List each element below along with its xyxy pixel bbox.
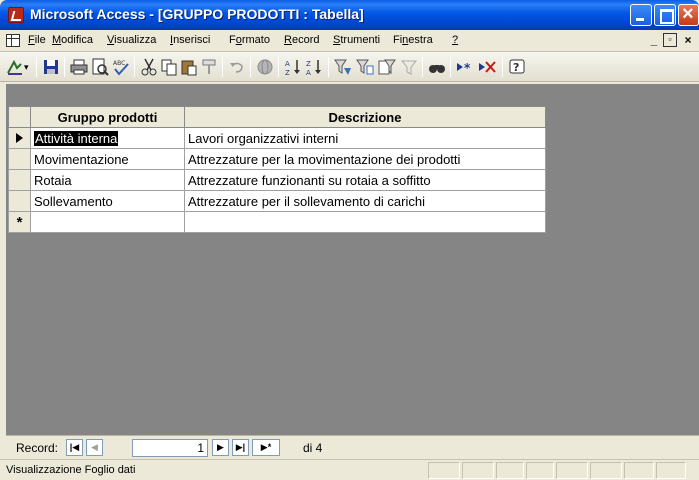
column-header-gruppo-prodotti[interactable]: Gruppo prodotti [30,106,185,128]
first-record-icon[interactable]: |◀ [66,439,83,456]
table-cell[interactable]: Attrezzature per la movimentazione dei p… [184,148,546,170]
record-selector[interactable] [8,169,31,191]
new-record-selector[interactable]: * [8,211,31,233]
maximize-button[interactable] [654,4,676,26]
status-panel [624,462,654,479]
find-icon[interactable] [428,58,446,76]
svg-text:Z: Z [285,69,290,76]
menu-strumenti[interactable]: Strumenti [333,34,380,46]
minimize-button[interactable] [630,4,652,26]
title-bar: Microsoft Access - [GRUPPO PRODOTTI : Ta… [0,0,699,30]
table-cell[interactable] [30,211,185,233]
status-panel [526,462,554,479]
previous-record-icon[interactable]: ◀ [86,439,103,456]
new-record-star-icon: * [16,213,23,231]
filter-by-selection-icon[interactable] [334,58,352,76]
spelling-icon[interactable]: ABC [112,58,130,76]
menu-bar: File Modifica Visualizza Inserisci Forma… [0,30,699,52]
print-preview-icon[interactable] [91,58,109,76]
sort-ascending-icon[interactable]: AZ [284,58,302,76]
svg-text:A: A [285,60,290,68]
menu-visualizza[interactable]: Visualizza [107,34,156,46]
menu-file[interactable]: File [28,34,46,46]
status-bar: Visualizzazione Foglio dati [0,459,699,480]
svg-text:*: * [464,61,471,75]
status-panel [556,462,588,479]
table-row[interactable]: Rotaia Attrezzature funzionanti su rotai… [8,169,546,191]
menu-inserisci[interactable]: Inserisci [170,34,210,46]
status-panel [590,462,622,479]
view-design-icon[interactable] [6,58,24,76]
table-row[interactable]: Attività interna Lavori organizzativi in… [8,127,546,149]
select-all-corner[interactable] [8,106,31,128]
table-cell[interactable]: Sollevamento [30,190,185,212]
paste-icon[interactable] [180,58,198,76]
status-panel [462,462,494,479]
view-dropdown-icon[interactable]: ▾ [24,58,32,76]
sort-descending-icon[interactable]: ZA [305,58,323,76]
menu-formato[interactable]: Formato [229,34,270,46]
table-cell[interactable]: Attività interna [30,127,185,149]
table-cell[interactable]: Rotaia [30,169,185,191]
record-label: Record: [16,441,59,455]
datasheet-table: Gruppo prodotti Descrizione Attività int… [8,106,546,233]
table-cell[interactable]: Attrezzature funzionanti su rotaia a sof… [184,169,546,191]
status-text: Visualizzazione Foglio dati [6,464,136,476]
table-row[interactable]: Sollevamento Attrezzature per il solleva… [8,190,546,212]
svg-text:ABC: ABC [113,60,125,67]
cut-icon[interactable] [140,58,158,76]
child-restore-icon[interactable]: ▫ [663,33,677,47]
svg-text:A: A [306,69,311,76]
menu-help[interactable]: ? [452,34,458,46]
table-row[interactable]: Movimentazione Attrezzature per la movim… [8,148,546,170]
child-close-icon[interactable]: × [681,33,695,47]
undo-icon[interactable] [228,58,246,76]
table-cell[interactable]: Attrezzature per il sollevamento di cari… [184,190,546,212]
record-selector[interactable] [8,148,31,170]
window-title: Microsoft Access - [GRUPPO PRODOTTI : Ta… [30,6,364,22]
new-record-icon[interactable]: * [456,58,474,76]
next-record-icon[interactable]: ▶ [212,439,229,456]
datasheet-window-icon[interactable] [6,34,20,47]
hyperlink-icon[interactable] [256,58,274,76]
menu-modifica[interactable]: Modifica [52,34,93,46]
help-icon[interactable]: ? [508,58,526,76]
format-painter-icon[interactable] [200,58,218,76]
remove-filter-icon[interactable] [400,58,418,76]
delete-record-icon[interactable] [478,58,496,76]
record-navigator: Record: |◀ ◀ 1 ▶ ▶| ▶* di 4 [6,435,699,459]
toolbar: ▾ ABC AZ ZA * ? [0,52,699,82]
table-cell[interactable]: Lavori organizzativi interni [184,127,546,149]
record-number-input[interactable]: 1 [132,439,208,457]
last-record-icon[interactable]: ▶| [232,439,249,456]
record-selector[interactable] [8,190,31,212]
svg-text:Z: Z [306,60,311,68]
record-count: di 4 [303,441,323,455]
filter-by-form-icon[interactable] [356,58,374,76]
save-icon[interactable] [42,58,60,76]
current-record-arrow-icon [16,132,23,143]
status-panel [428,462,460,479]
child-minimize-icon[interactable]: _ [647,33,661,47]
new-record-nav-icon[interactable]: ▶* [252,439,280,456]
apply-filter-icon[interactable] [378,58,396,76]
status-panel [496,462,524,479]
copy-icon[interactable] [160,58,178,76]
header-row: Gruppo prodotti Descrizione [8,106,546,128]
menu-finestra[interactable]: Finestra [393,34,433,46]
menu-record[interactable]: Record [284,34,319,46]
access-app-icon[interactable] [8,7,24,23]
table-cell[interactable] [184,211,546,233]
print-icon[interactable] [70,58,88,76]
new-record-row[interactable]: * [8,211,546,233]
close-button[interactable] [678,3,699,26]
status-panel [656,462,686,479]
table-cell[interactable]: Movimentazione [30,148,185,170]
svg-text:?: ? [513,61,519,74]
column-header-descrizione[interactable]: Descrizione [184,106,546,128]
record-selector-current[interactable] [8,127,31,149]
